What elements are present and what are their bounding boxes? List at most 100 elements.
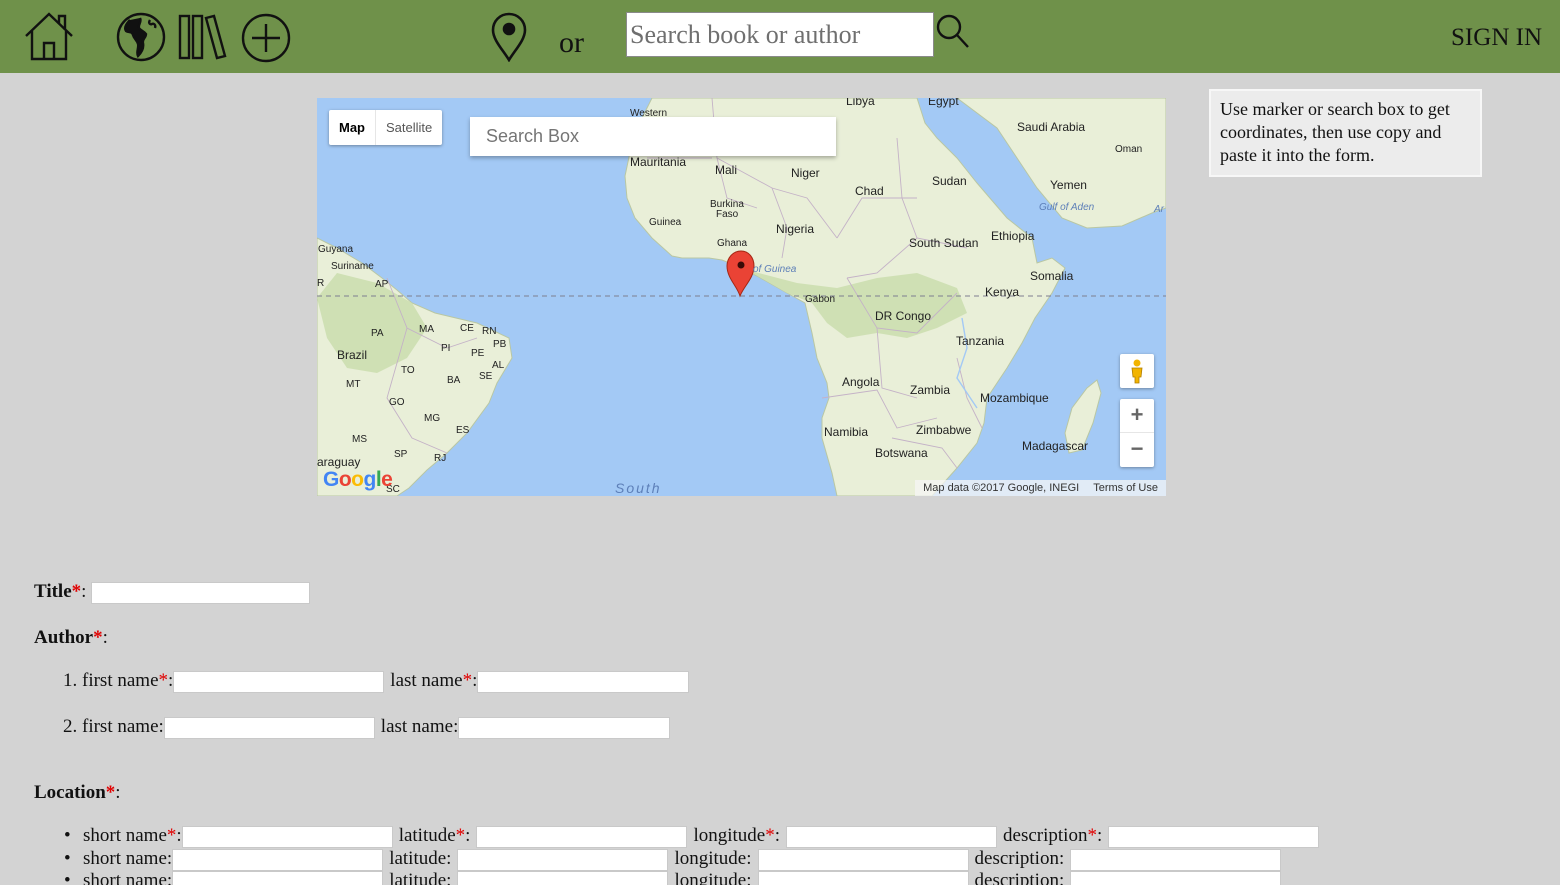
first-name-label: first name [82, 670, 159, 691]
map-widget[interactable]: Libya Egypt Western Saudi Arabia Oman Ma… [317, 98, 1166, 496]
pegman-icon [1131, 359, 1143, 384]
map-label: of Guinea [753, 264, 797, 275]
map-label: MT [346, 379, 361, 390]
map-label: Ghana [717, 238, 748, 249]
map-label: Botswana [875, 446, 928, 460]
author-1-last-name-input[interactable] [477, 670, 690, 693]
book-search-input[interactable] [626, 12, 934, 57]
title-row: Title*: [34, 581, 311, 604]
map-label: Tanzania [956, 334, 1005, 348]
map-label: Sudan [932, 174, 967, 188]
location-pin-icon[interactable] [490, 12, 528, 62]
map-label: Ar [1154, 204, 1164, 215]
first-name-label: first name [82, 716, 159, 737]
map-label: Gabon [805, 294, 836, 305]
map-label: PA [371, 328, 384, 339]
map-label: Libya [846, 98, 875, 108]
map-label: Suriname [331, 261, 374, 272]
map-label: Gulf of Aden [1039, 202, 1095, 213]
map-label: GO [389, 397, 405, 408]
location-1-longitude-input[interactable] [786, 825, 998, 848]
map-label: MA [419, 324, 434, 335]
map-label: PI [441, 343, 451, 354]
or-text: or [559, 26, 584, 59]
sign-in-link[interactable]: SIGN IN [1451, 24, 1542, 52]
map-label: RJ [434, 453, 447, 464]
map-label: Madagascar [1022, 439, 1089, 453]
map-search-input[interactable] [470, 117, 836, 156]
last-name-label: last name [390, 670, 463, 691]
map-label: Brazil [337, 348, 368, 362]
map-label: Niger [791, 166, 820, 180]
title-input[interactable] [91, 581, 311, 604]
map-label: Ethiopia [991, 229, 1035, 243]
title-label: Title* [34, 581, 82, 602]
map-type-map-button[interactable]: Map [329, 110, 376, 145]
author-2-last-name-input[interactable] [458, 716, 671, 739]
terms-of-use-link[interactable]: Terms of Use [1093, 480, 1158, 496]
author-1-first-name-input[interactable] [173, 670, 385, 693]
author-row: 2. first name: last name: [63, 716, 671, 739]
home-icon[interactable] [22, 9, 76, 63]
map-help-box: Use marker or search box to get coordina… [1209, 89, 1482, 177]
location-2-longitude-input[interactable] [757, 848, 969, 871]
map-marker-icon[interactable] [726, 250, 755, 298]
top-nav-bar: or SIGN IN [0, 0, 1560, 73]
search-button[interactable] [936, 14, 970, 50]
map-label: Namibia [824, 425, 869, 439]
location-3-description-input[interactable] [1070, 870, 1282, 885]
map-label: Saudi Arabia [1017, 120, 1086, 134]
map-label: TO [401, 365, 415, 376]
map-label: Guinea [649, 217, 682, 228]
street-view-button[interactable] [1120, 354, 1154, 388]
map-label: South [615, 480, 662, 496]
map-label: Faso [716, 209, 739, 220]
map-label: PB [493, 339, 507, 350]
location-3-latitude-input[interactable] [457, 870, 669, 885]
location-2-latitude-input[interactable] [457, 848, 669, 871]
map-attribution: Map data ©2017 Google, INEGI Terms of Us… [915, 480, 1166, 496]
location-row: • short name: latitude: longitude: descripti… [64, 848, 1282, 871]
last-name-label: last name [380, 716, 454, 737]
map-data-text: Map data ©2017 Google, INEGI [923, 482, 1080, 494]
map-label: Oman [1115, 144, 1143, 155]
location-1-description-input[interactable] [1108, 825, 1320, 848]
map-label: Guyana [318, 244, 354, 255]
zoom-control: + − [1120, 399, 1154, 467]
map-label: SE [479, 371, 493, 382]
map-label: RN [482, 326, 497, 337]
map-label: AP [375, 279, 389, 290]
map-type-satellite-button[interactable]: Satellite [376, 110, 442, 145]
location-2-short-name-input[interactable] [172, 848, 384, 871]
location-row: • short name: latitude: longitude: descripti… [64, 870, 1282, 885]
author-2-first-name-input[interactable] [163, 716, 375, 739]
location-3-short-name-input[interactable] [172, 870, 384, 885]
add-icon[interactable] [240, 12, 292, 64]
search-icon [936, 14, 969, 48]
location-1-latitude-input[interactable] [476, 825, 688, 848]
library-icon[interactable] [178, 12, 228, 62]
location-1-short-name-input[interactable] [181, 825, 393, 848]
location-row: • short name*: latitude*: longitude*: descri… [64, 825, 1320, 848]
map-label: Kenya [985, 285, 1020, 299]
google-logo: Google [323, 468, 393, 491]
map-label: Egypt [928, 98, 959, 108]
author-row: 1. first name*: last name*: [63, 670, 690, 693]
globe-icon[interactable] [116, 12, 166, 62]
map-label: Yemen [1050, 178, 1087, 192]
map-label: SP [394, 449, 408, 460]
location-2-description-input[interactable] [1070, 848, 1282, 871]
map-label: South Sudan [909, 236, 979, 250]
map-label: MG [424, 413, 441, 424]
map-label: AL [492, 360, 505, 371]
map-label: araguay [317, 455, 361, 469]
map-label: Somalia [1030, 269, 1074, 283]
location-3-longitude-input[interactable] [757, 870, 969, 885]
map-label: Zambia [910, 383, 951, 397]
zoom-in-button[interactable]: + [1120, 399, 1154, 433]
zoom-out-button[interactable]: − [1120, 433, 1154, 467]
map-label: Nigeria [776, 222, 815, 236]
author-heading: Author*: [34, 627, 108, 648]
map-label: Mali [715, 163, 738, 177]
map-label: Chad [855, 184, 884, 198]
